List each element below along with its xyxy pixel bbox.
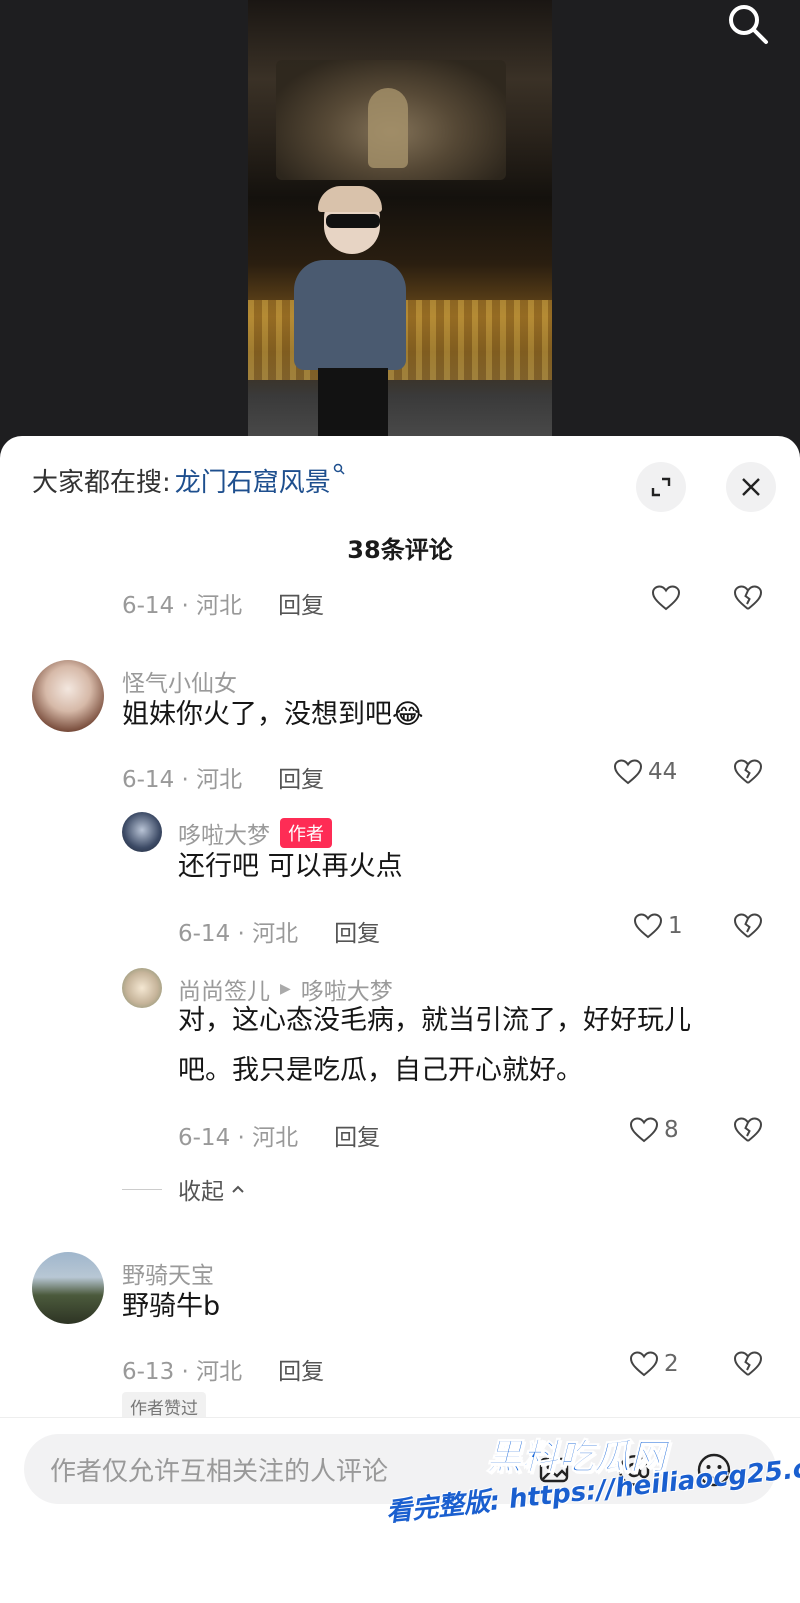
reply-text: 对，这心态没毛病，就当引流了，好好玩儿 吧。我只是吃瓜，自己开心就好。 (178, 996, 691, 1096)
buddha-statue (368, 88, 408, 168)
reply-text-line: 吧。我只是吃瓜，自己开心就好。 (178, 1055, 583, 1086)
person-figure (288, 186, 408, 440)
dislike-button[interactable] (732, 582, 764, 614)
expand-button[interactable] (636, 462, 686, 512)
like-count: 1 (668, 913, 683, 939)
comment-meta: 6-14 · 河北 回复 (122, 586, 324, 620)
comment-text: 野骑牛b (122, 1291, 221, 1322)
comment-meta: 6-14 · 河北 回复 (122, 760, 324, 794)
comment-input-bar: 作者仅允许互相关注的人评论 黑料吃瓜网 看完整版: https://heilia… (0, 1417, 800, 1603)
collapse-replies-button[interactable]: 收起 (122, 1172, 246, 1206)
laughing-crying-emoji-icon: 😂 (392, 699, 424, 730)
comment-text: 姐妹你火了，没想到吧😂 (122, 690, 424, 740)
broken-heart-icon (733, 913, 763, 938)
like-count: 44 (648, 759, 678, 785)
reply-button[interactable]: 回复 (334, 1118, 380, 1152)
small-search-icon (333, 463, 345, 479)
comment-date-location: 6-14 · 河北 (178, 921, 299, 947)
dislike-button[interactable] (732, 756, 764, 788)
like-button[interactable]: 44 (612, 756, 677, 788)
avatar[interactable] (32, 660, 104, 732)
comment-count: 38条评论 (347, 536, 453, 564)
heart-icon (633, 913, 663, 939)
avatar[interactable] (122, 812, 162, 852)
like-button[interactable]: 1 (632, 910, 683, 942)
heart-icon (629, 1351, 659, 1377)
dislike-button[interactable] (732, 1114, 764, 1146)
search-icon[interactable] (724, 0, 772, 48)
search-suggestion-keyword[interactable]: 龙门石窟风景 (175, 462, 331, 499)
video-player[interactable] (0, 0, 800, 460)
heart-icon (651, 585, 681, 611)
close-button[interactable] (726, 462, 776, 512)
broken-heart-icon (733, 1117, 763, 1142)
like-button[interactable]: 2 (628, 1348, 679, 1380)
like-count: 8 (664, 1117, 679, 1143)
reply-button[interactable]: 回复 (278, 1352, 324, 1386)
expand-icon (651, 477, 671, 497)
video-frame (248, 0, 552, 440)
comment-date-location: 6-14 · 河北 (122, 593, 243, 619)
chevron-up-icon (232, 1185, 244, 1193)
comment-meta: 6-13 · 河北 回复 (122, 1352, 324, 1386)
comment-date-location: 6-14 · 河北 (178, 1125, 299, 1151)
broken-heart-icon (733, 1351, 763, 1376)
heart-icon (613, 759, 643, 785)
reply-button[interactable]: 回复 (278, 760, 324, 794)
reply-text-line: 对，这心态没毛病，就当引流了，好好玩儿 (178, 1005, 691, 1036)
search-suggestion-prefix: 大家都在搜: (32, 468, 171, 498)
comment-date-location: 6-13 · 河北 (122, 1359, 243, 1385)
divider (122, 1188, 162, 1190)
reply-meta: 6-14 · 河北 回复 (178, 914, 380, 948)
comment-text-body: 姐妹你火了，没想到吧 (122, 699, 392, 730)
comment-date-location: 6-14 · 河北 (122, 767, 243, 793)
dislike-button[interactable] (732, 910, 764, 942)
broken-heart-icon (733, 759, 763, 784)
heart-icon (629, 1117, 659, 1143)
reply-button[interactable]: 回复 (278, 586, 324, 620)
reply-meta: 6-14 · 河北 回复 (178, 1118, 380, 1152)
reply-text: 还行吧 可以再火点 (178, 851, 403, 882)
broken-heart-icon (733, 585, 763, 610)
like-count: 2 (664, 1351, 679, 1377)
reply-arrow-icon: ▶ (280, 981, 291, 997)
close-icon (742, 478, 760, 496)
collapse-label: 收起 (178, 1179, 224, 1205)
avatar[interactable] (122, 968, 162, 1008)
like-button[interactable] (650, 582, 682, 614)
comment-input-placeholder: 作者仅允许互相关注的人评论 (50, 1456, 389, 1487)
reply-button[interactable]: 回复 (334, 914, 380, 948)
sheet-header: 大家都在搜: 龙门石窟风景 38条评论 (0, 436, 800, 586)
like-button[interactable]: 8 (628, 1114, 679, 1146)
search-suggestion[interactable]: 大家都在搜: 龙门石窟风景 (32, 462, 345, 499)
avatar[interactable] (32, 1252, 104, 1324)
dislike-button[interactable] (732, 1348, 764, 1380)
